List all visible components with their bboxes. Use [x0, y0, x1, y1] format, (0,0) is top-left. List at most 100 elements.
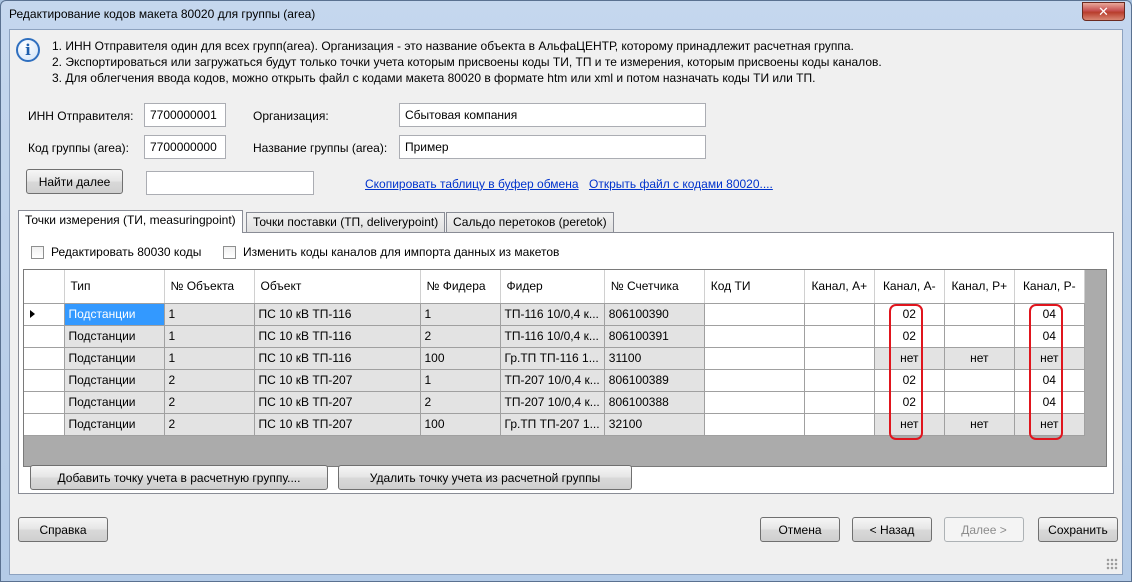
resize-grip-icon[interactable]: [1106, 558, 1118, 570]
title-bar[interactable]: Редактирование кодов макета 80020 для гр…: [1, 1, 1131, 29]
cell-object[interactable]: ПС 10 кВ ТП-116: [254, 325, 421, 348]
column-header-object-number[interactable]: № Объекта: [164, 270, 255, 304]
cell-feeder-number[interactable]: 2: [420, 325, 501, 348]
cell-channel-a-minus[interactable]: 02: [874, 303, 945, 326]
tab-delivery-points[interactable]: Точки поставки (ТП, deliverypoint): [246, 212, 446, 232]
column-header-channel-a-minus[interactable]: Канал, А-: [874, 270, 945, 304]
cell-type[interactable]: Подстанции: [64, 369, 165, 392]
cell-feeder[interactable]: ТП-116 10/0,4 к...: [500, 325, 605, 348]
cell-type[interactable]: Подстанции: [64, 413, 165, 436]
table-row[interactable]: Подстанции 2 ПС 10 кВ ТП-207 2 ТП-207 10/0,4…: [24, 391, 1085, 414]
tab-measuring-points[interactable]: Точки измерения (ТИ, measuringpoint): [18, 210, 243, 233]
cell-object[interactable]: ПС 10 кВ ТП-207: [254, 413, 421, 436]
add-point-button[interactable]: Добавить точку учета в расчетную группу.…: [30, 465, 328, 490]
cell-feeder-number[interactable]: 1: [420, 303, 501, 326]
group-code-field[interactable]: 7700000000: [144, 135, 226, 159]
cell-ti-code[interactable]: [704, 325, 805, 348]
cancel-button[interactable]: Отмена: [760, 517, 840, 542]
cell-channel-r-minus[interactable]: нет: [1014, 413, 1085, 436]
cell-type[interactable]: Подстанции: [64, 303, 165, 326]
cell-feeder[interactable]: ТП-116 10/0,4 к...: [500, 303, 605, 326]
column-header-feeder-number[interactable]: № Фидера: [420, 270, 501, 304]
cell-channel-r-plus[interactable]: [944, 325, 1015, 348]
cell-object-number[interactable]: 2: [164, 391, 255, 414]
cell-feeder[interactable]: ТП-207 10/0,4 к...: [500, 369, 605, 392]
cell-channel-r-plus[interactable]: нет: [944, 347, 1015, 370]
edit-80030-checkbox[interactable]: [31, 245, 44, 259]
cell-meter-number[interactable]: 32100: [604, 413, 705, 436]
cell-channel-a-minus[interactable]: 02: [874, 325, 945, 348]
column-header-channel-a-plus[interactable]: Канал, А+: [804, 270, 875, 304]
cell-feeder-number[interactable]: 100: [420, 347, 501, 370]
search-input[interactable]: [146, 171, 314, 195]
cell-channel-a-plus[interactable]: [804, 347, 875, 370]
cell-channel-a-minus[interactable]: 02: [874, 369, 945, 392]
cell-meter-number[interactable]: 806100391: [604, 325, 705, 348]
cell-feeder-number[interactable]: 1: [420, 369, 501, 392]
cell-channel-r-plus[interactable]: [944, 369, 1015, 392]
cell-meter-number[interactable]: 806100388: [604, 391, 705, 414]
change-codes-checkbox[interactable]: [223, 245, 236, 259]
table-row[interactable]: Подстанции 1 ПС 10 кВ ТП-116 100 Гр.ТП ТП-11…: [24, 347, 1085, 370]
row-header-cell[interactable]: [24, 413, 65, 436]
cell-feeder[interactable]: Гр.ТП ТП-207 1...: [500, 413, 605, 436]
column-header-feeder[interactable]: Фидер: [500, 270, 605, 304]
row-header-cell[interactable]: [24, 347, 65, 370]
cell-feeder[interactable]: Гр.ТП ТП-116 1...: [500, 347, 605, 370]
cell-object-number[interactable]: 2: [164, 369, 255, 392]
remove-point-button[interactable]: Удалить точку учета из расчетной группы: [338, 465, 632, 490]
cell-channel-r-minus[interactable]: 04: [1014, 325, 1085, 348]
row-header-cell[interactable]: [24, 325, 65, 348]
cell-channel-a-plus[interactable]: [804, 303, 875, 326]
change-codes-option[interactable]: Изменить коды каналов для импорта данных…: [223, 245, 559, 259]
close-button[interactable]: ✕: [1082, 2, 1125, 21]
table-row[interactable]: Подстанции 1 ПС 10 кВ ТП-116 2 ТП-116 10/0,4…: [24, 325, 1085, 348]
cell-channel-a-minus[interactable]: нет: [874, 413, 945, 436]
cell-meter-number[interactable]: 806100389: [604, 369, 705, 392]
help-button[interactable]: Справка: [18, 517, 108, 542]
cell-channel-r-minus[interactable]: 04: [1014, 369, 1085, 392]
copy-table-link[interactable]: Скопировать таблицу в буфер обмена: [365, 177, 579, 191]
cell-object[interactable]: ПС 10 кВ ТП-116: [254, 303, 421, 326]
cell-channel-r-minus[interactable]: нет: [1014, 347, 1085, 370]
cell-feeder-number[interactable]: 100: [420, 413, 501, 436]
table-row[interactable]: Подстанции 2 ПС 10 кВ ТП-207 1 ТП-207 10/0,4…: [24, 369, 1085, 392]
table-row[interactable]: Подстанции 1 ПС 10 кВ ТП-116 1 ТП-116 10/0,4…: [24, 303, 1085, 326]
cell-channel-a-plus[interactable]: [804, 325, 875, 348]
cell-channel-a-plus[interactable]: [804, 391, 875, 414]
column-header-object[interactable]: Объект: [254, 270, 421, 304]
cell-ti-code[interactable]: [704, 347, 805, 370]
cell-type[interactable]: Подстанции: [64, 347, 165, 370]
next-button[interactable]: Далее >: [944, 517, 1024, 542]
inn-field[interactable]: 7700000001: [144, 103, 226, 127]
cell-type[interactable]: Подстанции: [64, 325, 165, 348]
cell-meter-number[interactable]: 31100: [604, 347, 705, 370]
cell-channel-a-minus[interactable]: 02: [874, 391, 945, 414]
find-next-button[interactable]: Найти далее: [26, 169, 123, 194]
column-header-type[interactable]: Тип: [64, 270, 165, 304]
column-header-channel-r-plus[interactable]: Канал, Р+: [944, 270, 1015, 304]
group-name-field[interactable]: Пример: [399, 135, 706, 159]
cell-feeder-number[interactable]: 2: [420, 391, 501, 414]
cell-ti-code[interactable]: [704, 369, 805, 392]
row-header-cell[interactable]: [24, 303, 65, 326]
measuring-points-grid[interactable]: Тип № Объекта Объект № Фидера Фидер № Сч…: [23, 269, 1107, 467]
cell-ti-code[interactable]: [704, 391, 805, 414]
back-button[interactable]: < Назад: [852, 517, 932, 542]
open-file-link[interactable]: Открыть файл с кодами 80020....: [589, 177, 773, 191]
cell-channel-r-minus[interactable]: 04: [1014, 303, 1085, 326]
cell-ti-code[interactable]: [704, 303, 805, 326]
cell-channel-a-plus[interactable]: [804, 413, 875, 436]
cell-object[interactable]: ПС 10 кВ ТП-116: [254, 347, 421, 370]
cell-object[interactable]: ПС 10 кВ ТП-207: [254, 391, 421, 414]
cell-object-number[interactable]: 1: [164, 303, 255, 326]
cell-channel-r-minus[interactable]: 04: [1014, 391, 1085, 414]
column-header-meter-number[interactable]: № Счетчика: [604, 270, 705, 304]
cell-ti-code[interactable]: [704, 413, 805, 436]
column-header-ti-code[interactable]: Код ТИ: [704, 270, 805, 304]
cell-channel-r-plus[interactable]: [944, 303, 1015, 326]
cell-meter-number[interactable]: 806100390: [604, 303, 705, 326]
tab-peretok[interactable]: Сальдо перетоков (peretok): [446, 212, 614, 232]
cell-type[interactable]: Подстанции: [64, 391, 165, 414]
table-row[interactable]: Подстанции 2 ПС 10 кВ ТП-207 100 Гр.ТП ТП-20…: [24, 413, 1085, 436]
